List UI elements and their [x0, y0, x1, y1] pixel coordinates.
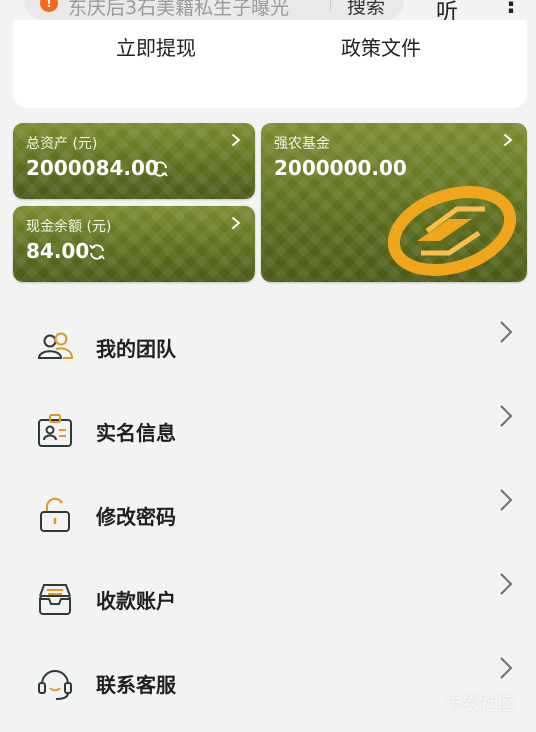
- chevron-right-icon: [500, 405, 513, 427]
- chevron-right-icon: [232, 134, 241, 146]
- cash-balance-label: 现金余额 (元): [26, 219, 112, 235]
- top-bar: ! 东庆后3石美籍私生子曝光 搜索 听 ⋮: [0, 0, 536, 25]
- fund-logo-icon: [387, 186, 517, 276]
- menu-item-label: 联系客服: [96, 673, 176, 697]
- chevron-right-icon: [500, 321, 513, 343]
- menu-item-change-password[interactable]: 修改密码: [0, 473, 536, 557]
- inbox-icon: [39, 584, 71, 615]
- withdraw-button[interactable]: 立即提现: [116, 32, 196, 61]
- chevron-right-icon: [504, 134, 513, 146]
- refresh-icon[interactable]: [150, 159, 170, 179]
- total-assets-value: 2000084.00: [26, 156, 159, 180]
- menu-item-label: 修改密码: [96, 505, 176, 529]
- hot-badge-icon: !: [40, 0, 58, 12]
- policy-documents-button[interactable]: 政策文件: [341, 32, 421, 61]
- watermark: 卡农社区: [444, 694, 516, 715]
- menu-item-team[interactable]: 我的团队: [0, 305, 536, 389]
- fund-card[interactable]: 强农基金 2000000.00: [261, 123, 527, 282]
- search-divider: [330, 0, 331, 10]
- chevron-right-icon: [500, 657, 513, 679]
- chevron-right-icon: [500, 489, 513, 511]
- fund-value: 2000000.00: [274, 156, 407, 180]
- chevron-right-icon: [500, 573, 513, 595]
- fund-label: 强农基金: [274, 136, 330, 152]
- refresh-icon[interactable]: [87, 242, 107, 262]
- team-icon: [37, 332, 74, 359]
- menu-item-real-name[interactable]: 实名信息: [0, 389, 536, 473]
- cash-balance-card[interactable]: 现金余额 (元) 84.00: [13, 206, 255, 282]
- menu-item-label: 收款账户: [96, 589, 176, 613]
- menu-item-label: 实名信息: [96, 421, 176, 445]
- search-bar[interactable]: ! 东庆后3石美籍私生子曝光 搜索: [24, 0, 404, 20]
- menu-item-payment-account[interactable]: 收款账户: [0, 557, 536, 641]
- headset-icon: [38, 670, 72, 700]
- menu-item-label: 我的团队: [96, 337, 176, 361]
- quick-actions-card: 立即提现 政策文件: [13, 20, 527, 108]
- total-assets-label: 总资产 (元): [26, 136, 98, 152]
- unlock-icon: [40, 497, 70, 532]
- total-assets-card[interactable]: 总资产 (元) 2000084.00: [13, 123, 255, 199]
- id-card-icon: [38, 414, 72, 447]
- more-dots-icon[interactable]: ⋮: [499, 0, 523, 18]
- chevron-right-icon: [232, 217, 241, 229]
- search-button[interactable]: 搜索: [347, 0, 385, 19]
- cash-balance-value: 84.00: [26, 239, 90, 263]
- search-query[interactable]: 东庆后3石美籍私生子曝光: [68, 0, 289, 20]
